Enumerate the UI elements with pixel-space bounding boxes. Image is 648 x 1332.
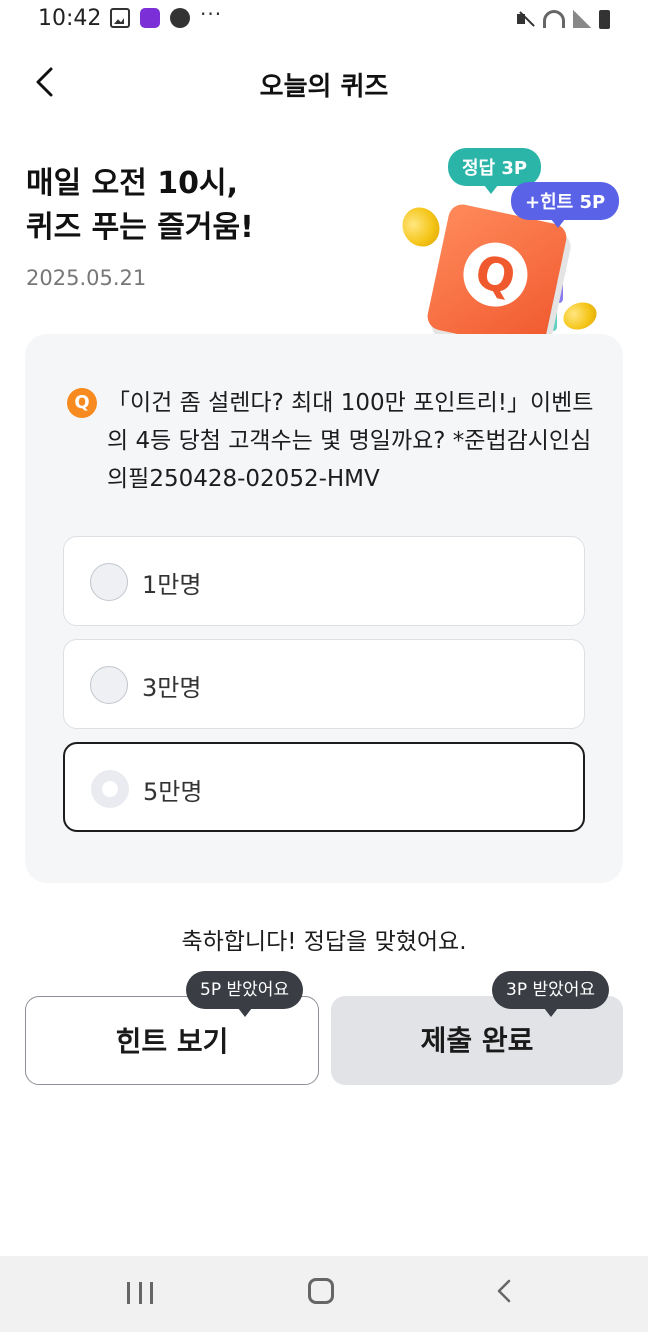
gallery-icon bbox=[110, 8, 130, 28]
quiz-date: 2025.05.21 bbox=[26, 266, 147, 290]
system-icons bbox=[515, 9, 610, 29]
question-badge: Q bbox=[67, 388, 97, 418]
notification-icons: ··· bbox=[110, 2, 228, 28]
hint-points-tooltip: 5P 받았어요 bbox=[186, 971, 304, 1017]
option-label: 5만명 bbox=[143, 778, 203, 806]
app-header: 오늘의 퀴즈 bbox=[0, 50, 648, 114]
answer-option-3[interactable]: 5만명 bbox=[63, 742, 585, 832]
view-hint-button[interactable]: 힌트 보기 bbox=[25, 996, 319, 1085]
hero-title-line1: 매일 오전 10시, bbox=[26, 166, 239, 201]
question-text: 「이건 좀 설렌다? 최대 100만 포인트리!」이벤트의 4등 당첨 고객수는… bbox=[107, 390, 594, 492]
back-arrow-icon bbox=[497, 1279, 511, 1303]
answer-option-2[interactable]: 3만명 bbox=[63, 639, 585, 729]
system-back-button[interactable] bbox=[490, 1276, 520, 1306]
coin-icon bbox=[395, 200, 447, 254]
submit-points-tooltip: 3P 받았어요 bbox=[492, 971, 610, 1017]
app-notification-icon bbox=[140, 8, 160, 28]
radio-button[interactable] bbox=[90, 563, 128, 601]
home-button[interactable] bbox=[308, 1278, 334, 1304]
recent-apps-button[interactable] bbox=[127, 1282, 153, 1304]
status-bar: 10:42 ··· bbox=[0, 0, 648, 40]
more-notifications-icon: ··· bbox=[200, 2, 223, 26]
result-message: 축하합니다! 정답을 맞혔어요. bbox=[181, 929, 467, 955]
submit-complete-button[interactable]: 제출 완료 bbox=[331, 996, 623, 1085]
status-time: 10:42 bbox=[38, 6, 102, 31]
hero-title-line2: 퀴즈 푸는 즐거움! bbox=[26, 210, 254, 245]
hint-points-badge: +힌트 5P bbox=[511, 182, 620, 228]
quiz-card: Q 「이건 좀 설렌다? 최대 100만 포인트리!」이벤트의 4등 당첨 고객… bbox=[25, 334, 623, 883]
battery-icon bbox=[599, 9, 610, 29]
mute-icon bbox=[515, 9, 535, 29]
option-label: 1만명 bbox=[142, 571, 202, 599]
radio-button[interactable] bbox=[90, 666, 128, 704]
radio-button-selected[interactable] bbox=[91, 770, 129, 808]
answer-points-badge: 정답 3P bbox=[448, 148, 542, 194]
quiz-q-letter: Q bbox=[457, 236, 534, 313]
coin-icon bbox=[559, 297, 601, 335]
option-label: 3만명 bbox=[142, 674, 202, 702]
signal-icon bbox=[573, 10, 591, 28]
answer-option-1[interactable]: 1만명 bbox=[63, 536, 585, 626]
hero-title: 매일 오전 10시, 퀴즈 푸는 즐거움! bbox=[26, 162, 386, 250]
page-title: 오늘의 퀴즈 bbox=[259, 72, 389, 102]
wifi-icon bbox=[543, 10, 565, 28]
s-app-icon bbox=[170, 8, 190, 28]
system-nav-bar bbox=[0, 1256, 648, 1332]
